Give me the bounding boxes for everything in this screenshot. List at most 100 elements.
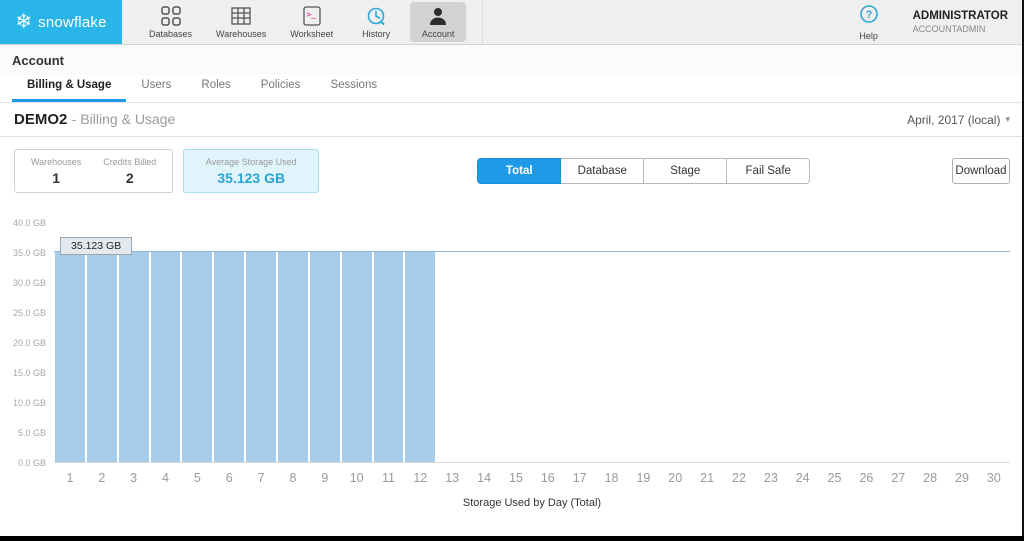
nav-item-worksheet[interactable]: >_ Worksheet [281,2,342,42]
snowflake-logo-icon: ❄ [15,11,33,33]
history-icon [365,5,387,27]
value-tooltip: 35.123 GB [60,237,133,256]
warehouses-icon [230,5,252,27]
bar-slot [309,223,341,462]
bar-slot [946,223,978,462]
y-tick-label: 30.0 GB [12,278,46,288]
bar-slot [404,223,436,462]
nav-item-label: Warehouses [216,29,267,39]
bar[interactable] [309,252,340,462]
date-selector[interactable]: April, 2017 (local) ▾ [907,113,1010,127]
nav-item-databases[interactable]: Databases [140,2,201,42]
bar-slot [978,223,1010,462]
usage-summary-card: Warehouses 1 Credits Billed 2 [14,149,174,193]
y-axis: 40.0 GB 35.0 GB 30.0 GB 25.0 GB 20.0 GB 15.0 … [8,218,54,468]
x-tick-label: 17 [572,471,587,485]
title-row: DEMO2 - Billing & Usage April, 2017 (loc… [0,103,1024,137]
bar[interactable] [373,252,404,462]
x-tick-label: 12 [413,471,428,485]
bar[interactable] [118,252,149,462]
average-storage-card: Average Storage Used 35.123 GB [183,149,320,193]
date-selector-value: April, 2017 (local) [907,112,1001,127]
account-title: DEMO2 - Billing & Usage [14,111,175,129]
x-tick-label: 13 [445,471,460,485]
bottom-edge [0,536,1024,541]
bar[interactable] [55,252,85,462]
download-button[interactable]: Download [952,158,1010,184]
x-tick-label: 19 [636,471,651,485]
main-nav: Databases Warehouses >_ Worksheet Histor… [140,0,484,45]
segment-total[interactable]: Total [477,158,562,184]
tab-policies[interactable]: Policies [246,79,316,102]
bar-slot [341,223,373,462]
top-bar-right: ? Help ADMINISTRATOR ACCOUNTADMIN [859,0,1024,44]
y-tick-label: 35.0 GB [12,248,46,258]
bar-slot [86,223,118,462]
warehouses-stat: Warehouses 1 [31,157,81,186]
y-tick-label: 10.0 GB [12,398,46,408]
segment-stage[interactable]: Stage [643,158,728,184]
bar[interactable] [341,252,372,462]
bar[interactable] [182,252,213,462]
nav-item-account[interactable]: Account [410,2,467,42]
reference-line [54,251,1010,253]
bar-slot [277,223,309,462]
account-name: DEMO2 [14,110,68,128]
tab-roles[interactable]: Roles [186,79,245,102]
bar[interactable] [246,252,277,462]
help-icon: ? [859,4,879,29]
x-tick-label: 10 [349,471,364,485]
account-tabs: Billing & Usage Users Roles Policies Ses… [0,75,1024,103]
x-tick-label: 4 [162,471,169,485]
y-tick-label: 5.0 GB [17,428,46,438]
segment-fail-safe[interactable]: Fail Safe [726,158,811,184]
section-header: Account [0,45,1024,75]
x-tick-label: 11 [382,471,396,485]
x-tick-label: 14 [477,471,492,485]
bar-slot [914,223,946,462]
tab-users[interactable]: Users [126,79,186,102]
snowflake-logo[interactable]: ❄ snowflake [0,0,122,44]
account-icon [427,5,449,27]
bar-slot [150,223,182,462]
x-tick-label: 9 [321,471,329,485]
x-tick-label: 7 [257,471,265,485]
x-tick-label: 22 [732,471,746,485]
x-tick-label: 15 [509,471,523,485]
plot-area: 35.123 GB [54,223,1010,463]
bar-slot [819,223,851,462]
bar[interactable] [86,252,117,462]
x-tick-label: 20 [668,471,683,485]
user-menu[interactable]: ADMINISTRATOR ACCOUNTADMIN [913,10,1008,34]
nav-item-history[interactable]: History [348,2,404,42]
bar-slot [373,223,405,462]
help-button[interactable]: ? Help [859,4,879,41]
bar[interactable] [405,252,436,462]
y-tick-label: 20.0 GB [12,338,46,348]
tab-sessions[interactable]: Sessions [315,79,392,102]
y-tick-label: 0.0 GB [17,458,46,468]
top-nav-bar: ❄ snowflake Databases Warehouses >_ Work… [0,0,1024,45]
bar[interactable] [214,252,245,462]
bar-slot [564,223,596,462]
bar-slot [882,223,914,462]
bar-slot [468,223,500,462]
credits-stat: Credits Billed 2 [103,157,156,186]
databases-icon [160,5,182,27]
snowflake-console: ❄ snowflake Databases Warehouses >_ Work… [0,0,1024,541]
worksheet-icon: >_ [301,5,323,27]
bar[interactable] [278,252,308,462]
nav-item-warehouses[interactable]: Warehouses [207,2,275,42]
user-role: ACCOUNTADMIN [912,24,986,34]
segment-database[interactable]: Database [560,158,645,184]
bar[interactable] [150,252,181,462]
warehouses-value: 1 [52,169,60,186]
credits-value: 2 [125,169,134,186]
tab-billing-usage[interactable]: Billing & Usage [12,79,127,102]
y-tick-label: 25.0 GB [12,308,46,318]
bar-slot [755,223,787,462]
nav-item-label: Worksheet [290,29,334,39]
credits-label: Credits Billed [103,156,157,167]
x-tick-label: 5 [193,471,201,485]
page-title: Account [12,52,64,68]
